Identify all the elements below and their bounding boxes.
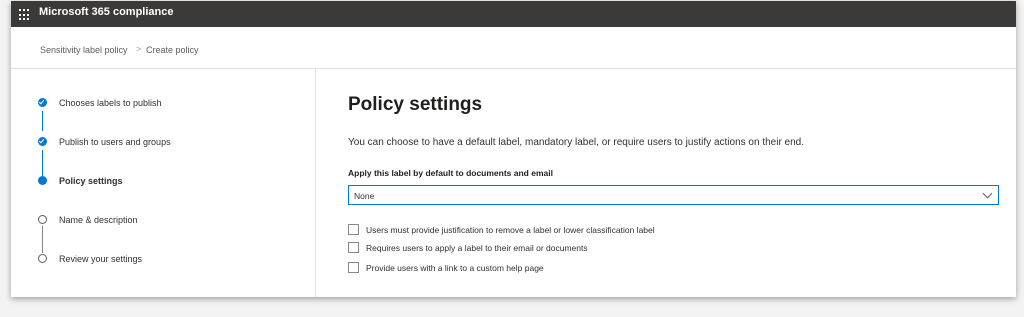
policy-settings-panel: Policy settings You can choose to have a…	[345, 69, 1005, 297]
step-pending-icon	[38, 215, 47, 224]
default-label-dropdown[interactable]: None	[348, 185, 999, 205]
app-window: Microsoft 365 compliance Sensitivity lab…	[11, 1, 1016, 297]
wizard-steps: Chooses labels to publish Publish to use…	[11, 69, 316, 297]
page-description: You can choose to have a default label, …	[348, 137, 805, 148]
mandatory-label-checkbox[interactable]	[348, 242, 359, 253]
step-publish-users[interactable]: Publish to users and groups	[59, 137, 171, 147]
default-label-field-label: Apply this label by default to documents…	[348, 168, 553, 178]
justification-checkbox[interactable]	[348, 224, 359, 235]
step-current-icon	[38, 176, 47, 185]
step-choose-labels[interactable]: Chooses labels to publish	[59, 98, 162, 108]
app-launcher-icon[interactable]	[19, 9, 31, 21]
default-label-value: None	[354, 191, 375, 201]
justification-checkbox-label[interactable]: Users must provide justification to remo…	[366, 225, 655, 235]
help-page-checkbox[interactable]	[348, 262, 359, 273]
step-policy-settings[interactable]: Policy settings	[59, 176, 123, 186]
step-name-description: Name & description	[59, 215, 138, 225]
breadcrumb: Sensitivity label policy > Create policy	[11, 27, 1016, 69]
step-complete-icon	[38, 98, 47, 107]
top-bar: Microsoft 365 compliance	[11, 1, 1016, 27]
step-connector	[42, 226, 43, 253]
chevron-down-icon	[982, 188, 993, 199]
step-review-settings: Review your settings	[59, 254, 143, 264]
step-connector	[42, 111, 43, 131]
breadcrumb-item-sensitivity-label-policy[interactable]: Sensitivity label policy	[40, 45, 128, 55]
page-title: Policy settings	[348, 94, 483, 115]
mandatory-label-checkbox-label[interactable]: Requires users to apply a label to their…	[366, 243, 588, 253]
step-complete-icon	[38, 137, 47, 146]
step-pending-icon	[38, 254, 47, 263]
app-title[interactable]: Microsoft 365 compliance	[39, 6, 174, 18]
help-page-checkbox-label[interactable]: Provide users with a link to a custom he…	[366, 263, 544, 273]
breadcrumb-separator-icon: >	[136, 44, 142, 54]
step-connector	[42, 150, 43, 176]
breadcrumb-item-create-policy: Create policy	[146, 45, 199, 55]
